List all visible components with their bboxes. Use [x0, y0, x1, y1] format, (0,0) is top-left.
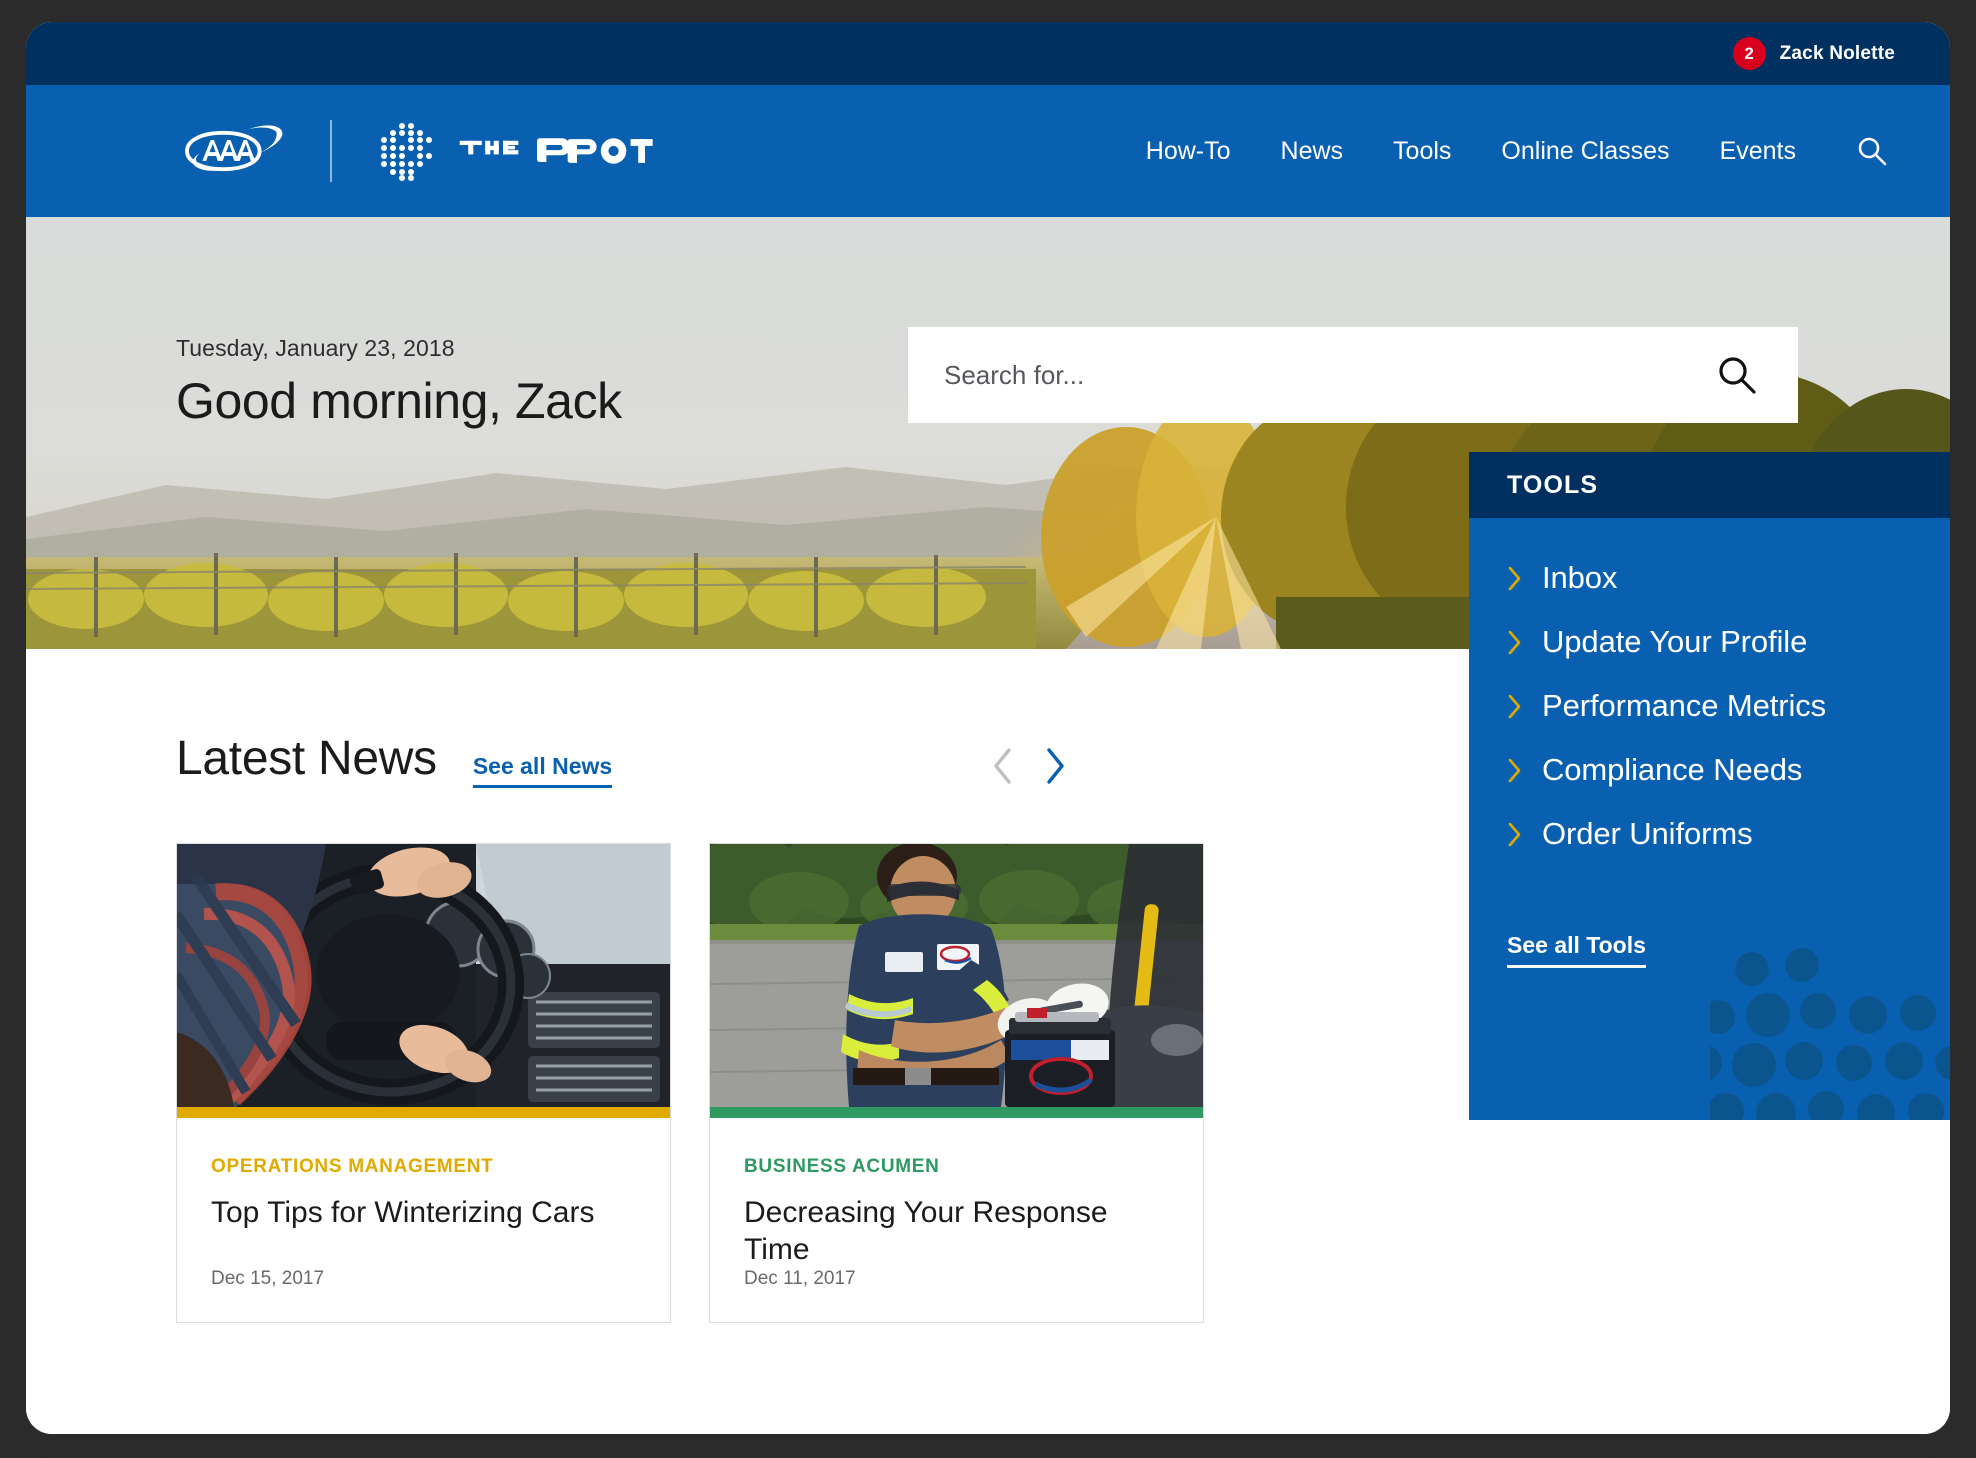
- nav-item-news[interactable]: News: [1256, 127, 1369, 176]
- tools-item-label: Performance Metrics: [1542, 688, 1827, 723]
- nav-item-tools[interactable]: Tools: [1368, 127, 1476, 176]
- nav-item-how-to[interactable]: How-To: [1121, 127, 1256, 176]
- tools-panel: TOOLS Inbox Update Your Profile Performa…: [1469, 452, 1950, 1120]
- utility-bar: 2 Zack Nolette: [26, 22, 1950, 85]
- news-card-category: OPERATIONS MANAGEMENT: [211, 1156, 494, 1177]
- tools-item-inbox[interactable]: Inbox: [1507, 560, 1912, 596]
- hero-search-submit-button[interactable]: [1712, 350, 1762, 400]
- search-icon: [1719, 357, 1756, 394]
- browser-frame: 2 Zack Nolette How-To News Tools Online …: [0, 0, 1976, 1458]
- tools-panel-body: Inbox Update Your Profile Performance Me…: [1469, 518, 1950, 1120]
- tools-panel-header: TOOLS: [1469, 452, 1950, 518]
- nav-item-online-classes[interactable]: Online Classes: [1476, 127, 1694, 176]
- chevron-right-icon: [1508, 822, 1521, 846]
- carousel-next-button[interactable]: [1038, 744, 1072, 788]
- carousel-prev-button[interactable]: [986, 744, 1020, 788]
- page-viewport: 2 Zack Nolette How-To News Tools Online …: [26, 22, 1950, 1434]
- see-all-news-link[interactable]: See all News: [472, 753, 613, 788]
- news-card-title: Decreasing Your Response Time: [744, 1196, 1108, 1267]
- notification-badge[interactable]: 2: [1732, 37, 1766, 70]
- news-card-date: Dec 11, 2017: [744, 1268, 856, 1290]
- hero-search-input[interactable]: [944, 359, 1712, 391]
- spot-dot-matrix-icon: [381, 123, 432, 181]
- news-card-body: OPERATIONS MANAGEMENT Top Tips for Winte…: [177, 1118, 670, 1322]
- nav-item-events[interactable]: Events: [1695, 127, 1821, 176]
- aaa-logo-icon: [185, 125, 283, 172]
- driver-steering-wheel-image: [177, 844, 670, 1107]
- spot-dot-watermark: [1710, 948, 1950, 1120]
- tools-panel-title: TOOLS: [1507, 470, 1599, 499]
- tools-item-label: Update Your Profile: [1542, 624, 1808, 659]
- brand-lockup[interactable]: [176, 120, 654, 182]
- user-account-chip[interactable]: 2 Zack Nolette: [1732, 37, 1895, 70]
- brand-divider: [330, 120, 332, 182]
- tools-item-label: Compliance Needs: [1542, 752, 1803, 787]
- tools-item-update-your-profile[interactable]: Update Your Profile: [1507, 624, 1912, 660]
- tools-item-order-uniforms[interactable]: Order Uniforms: [1507, 816, 1912, 852]
- spot-lockup[interactable]: [376, 121, 654, 181]
- the-spot-wordmark: [459, 138, 653, 164]
- news-card-date: Dec 15, 2017: [211, 1268, 325, 1290]
- chevron-right-icon: [1508, 694, 1521, 718]
- news-card-body: BUSINESS ACUMEN Decreasing Your Response…: [710, 1118, 1203, 1322]
- hero-greeting: Good morning, Zack: [176, 373, 622, 429]
- tools-item-performance-metrics[interactable]: Performance Metrics: [1507, 688, 1912, 724]
- news-card-title: Top Tips for Winterizing Cars: [211, 1196, 595, 1229]
- hero-greeting-block: Tuesday, January 23, 2018 Good morning, …: [176, 335, 622, 430]
- user-name-label: Zack Nolette: [1779, 42, 1895, 64]
- tools-item-label: Order Uniforms: [1542, 816, 1753, 851]
- chevron-right-icon: [1508, 630, 1521, 654]
- news-card-winterizing-cars[interactable]: OPERATIONS MANAGEMENT Top Tips for Winte…: [176, 843, 671, 1324]
- tools-item-label: Inbox: [1542, 560, 1618, 595]
- see-all-tools-link[interactable]: See all Tools: [1507, 932, 1646, 968]
- news-card-thumbnail: [177, 844, 670, 1107]
- chevron-left-icon: [994, 748, 1011, 784]
- news-card-category: BUSINESS ACUMEN: [744, 1156, 940, 1177]
- main-header: How-To News Tools Online Classes Events: [26, 85, 1950, 217]
- chevron-right-icon: [1508, 566, 1521, 590]
- hero-search-box[interactable]: [908, 327, 1798, 423]
- header-search-button[interactable]: [1849, 128, 1895, 174]
- hero-date: Tuesday, January 23, 2018: [176, 335, 455, 361]
- tools-item-compliance-needs[interactable]: Compliance Needs: [1507, 752, 1912, 788]
- page-title: Latest News: [176, 732, 437, 785]
- news-card-accent-bar: [177, 1107, 670, 1118]
- chevron-right-icon: [1508, 758, 1521, 782]
- news-card-response-time[interactable]: BUSINESS ACUMEN Decreasing Your Response…: [709, 843, 1204, 1324]
- primary-navigation: How-To News Tools Online Classes Events: [1121, 127, 1895, 176]
- news-carousel-controls: [986, 744, 1072, 788]
- chevron-right-icon: [1047, 748, 1064, 784]
- aaa-technician-battery-image: [710, 844, 1203, 1107]
- news-card-accent-bar: [710, 1107, 1203, 1118]
- news-card-thumbnail: [710, 844, 1203, 1107]
- search-icon: [1858, 137, 1887, 166]
